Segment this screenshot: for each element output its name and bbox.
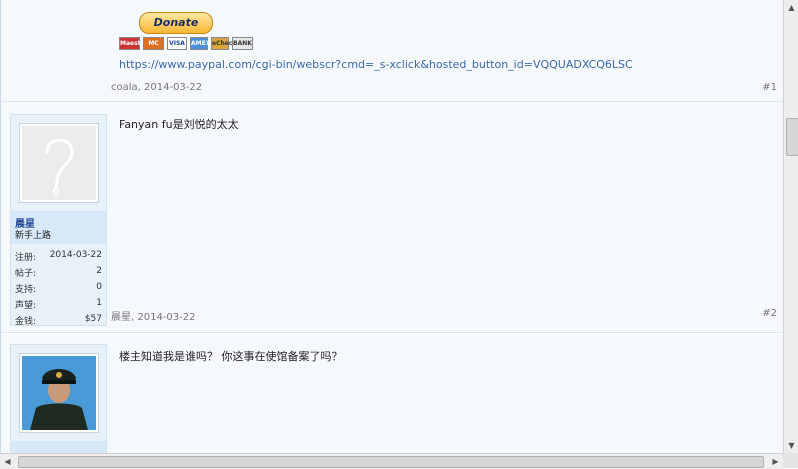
user-stats: 注册: 2014-03-22 帖子: 2 支持: 0 声望: 1 金钱: $57 (11, 248, 106, 328)
stat-value[interactable]: 2 (96, 266, 102, 276)
amex-card-icon: AMEX (190, 37, 210, 50)
vertical-scroll-thumb[interactable] (786, 118, 798, 156)
scrollbar-corner (783, 453, 798, 468)
paypal-link[interactable]: https://www.paypal.com/cgi-bin/webscr?cm… (119, 58, 633, 71)
avatar[interactable] (19, 123, 99, 203)
stat-value: 1 (96, 298, 102, 308)
stat-row: 声望: 1 (11, 296, 106, 312)
paypal-donate-button[interactable]: Donate (139, 12, 213, 34)
stat-row: 金钱: $57 (11, 312, 106, 328)
stat-value: $57 (84, 314, 102, 324)
post-date: 2014-03-22 (144, 82, 203, 93)
post-meta: 晨星, 2014-03-22 (111, 312, 196, 323)
post-number-link[interactable]: #2 (762, 308, 777, 319)
post-number-link[interactable]: #1 (762, 82, 777, 93)
post-message: 楼主知道我是谁吗？ 你这事在使馆备案了吗？ (119, 350, 343, 363)
user-title: 新手上路 (15, 231, 52, 241)
stat-label: 注册: (15, 253, 37, 263)
horizontal-scrollbar[interactable]: ◀ ▶ (0, 453, 783, 469)
stat-label: 声望: (15, 301, 37, 311)
post-author[interactable]: 晨星 (111, 312, 131, 323)
bank-icon: BANK (232, 37, 253, 50)
stat-label: 帖子: (15, 269, 37, 279)
stat-label: 支持: (15, 285, 37, 295)
user-photo-avatar (22, 356, 96, 430)
scroll-down-icon[interactable]: ▼ (784, 438, 798, 453)
post-3: 000002 楼主知道我是谁吗？ 你这事在使馆备案了吗？ (1, 334, 783, 453)
stat-row: 帖子: 2 (11, 264, 106, 280)
post-date: 2014-03-22 (137, 312, 196, 323)
scroll-left-icon[interactable]: ◀ (0, 454, 15, 469)
post-author[interactable]: coala (111, 82, 138, 93)
avatar[interactable] (19, 353, 99, 433)
visa-card-icon: VISA (167, 37, 187, 50)
stat-row: 支持: 0 (11, 280, 106, 296)
vertical-scrollbar[interactable]: ▲ ▼ (783, 0, 798, 453)
post-2: 晨星 新手上路 注册: 2014-03-22 帖子: 2 支持: 0 声望: 1 金钱:… (1, 102, 783, 333)
default-avatar-icon (22, 126, 96, 200)
maestro-card-icon: Maestro (119, 37, 148, 50)
user-panel: 晨星 新手上路 注册: 2014-03-22 帖子: 2 支持: 0 声望: 1 金钱:… (10, 114, 107, 328)
post-message: Fanyan fu是刘悦的太太 (119, 118, 239, 131)
payment-cards-icons: Maestro MC VISA AMEX eCheck BANK (119, 37, 253, 50)
scroll-right-icon[interactable]: ▶ (768, 454, 783, 469)
echeck-icon: eCheck (211, 37, 236, 50)
user-panel: 000002 (10, 344, 107, 453)
stat-value: 0 (96, 282, 102, 292)
stat-value: 2014-03-22 (49, 250, 102, 260)
username-box: 晨星 新手上路 (11, 211, 106, 244)
scroll-up-icon[interactable]: ▲ (784, 0, 798, 15)
post-1: Donate Maestro MC VISA AMEX eCheck BANK … (1, 0, 783, 102)
mastercard-icon: MC (143, 37, 164, 50)
username-box: 000002 (11, 441, 106, 453)
forum-thread-view: Donate Maestro MC VISA AMEX eCheck BANK … (0, 0, 783, 453)
stat-row: 注册: 2014-03-22 (11, 248, 106, 264)
horizontal-scroll-thumb[interactable] (18, 456, 764, 468)
stat-label: 金钱: (15, 317, 37, 327)
post-meta: coala, 2014-03-22 (111, 82, 203, 93)
